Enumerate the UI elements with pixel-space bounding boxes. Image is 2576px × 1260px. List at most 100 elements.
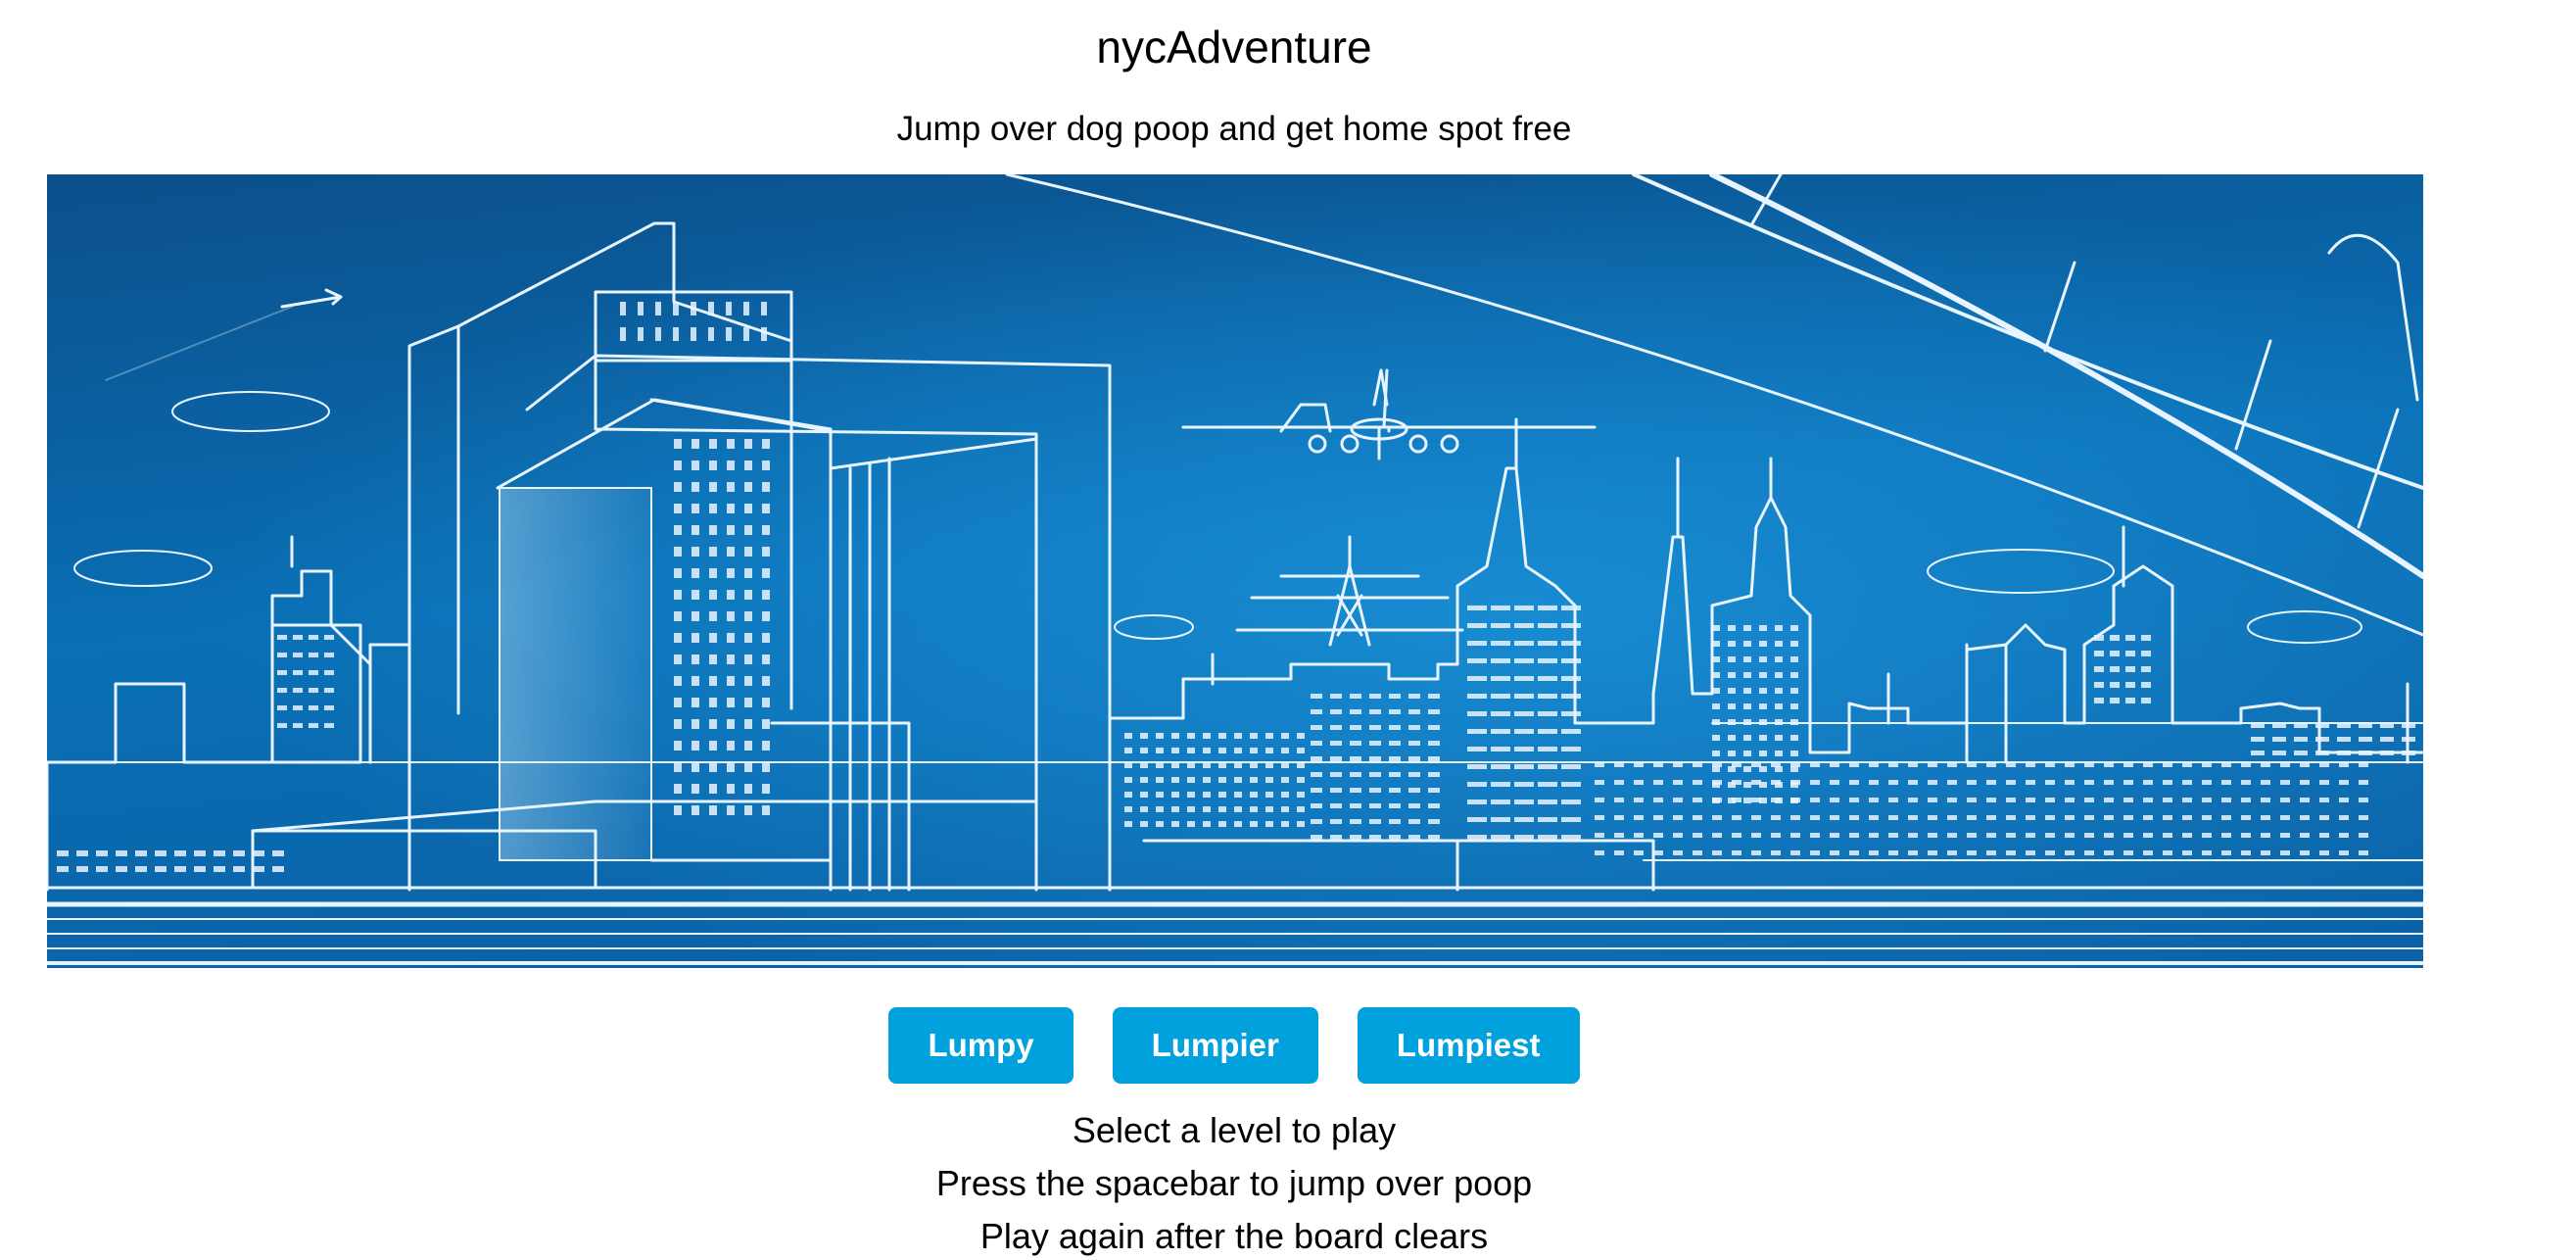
window	[1514, 729, 1534, 734]
window	[2359, 798, 2368, 802]
window	[1561, 800, 1581, 804]
window	[673, 327, 679, 341]
window	[1140, 762, 1148, 768]
window	[673, 302, 679, 315]
level-lumpier-button[interactable]: Lumpier	[1112, 1007, 1318, 1084]
window	[692, 698, 699, 707]
window	[1728, 688, 1736, 694]
window	[1743, 751, 1751, 756]
window	[674, 460, 682, 470]
window	[2241, 798, 2251, 802]
window	[1265, 806, 1273, 812]
window	[1428, 819, 1440, 824]
window	[1408, 709, 1420, 714]
window	[762, 504, 770, 513]
window	[2026, 850, 2035, 855]
window	[692, 762, 699, 772]
window	[194, 866, 206, 872]
window	[709, 547, 717, 557]
window	[709, 654, 717, 664]
level-lumpy-button[interactable]: Lumpy	[888, 1007, 1073, 1084]
window	[1467, 641, 1487, 646]
window	[1218, 806, 1226, 812]
window	[1634, 815, 1644, 820]
level-lumpiest-button[interactable]: Lumpiest	[1357, 1007, 1580, 1084]
window	[1634, 780, 1644, 785]
window	[1171, 777, 1179, 783]
window	[2359, 850, 2368, 855]
window	[1693, 798, 1702, 802]
window	[2125, 682, 2135, 688]
window	[1712, 735, 1720, 741]
window	[2006, 780, 2016, 785]
window	[1830, 762, 1839, 767]
window	[1187, 777, 1195, 783]
game-board[interactable]	[47, 174, 2423, 968]
window	[674, 633, 682, 643]
window	[2110, 635, 2120, 641]
window	[1614, 833, 1624, 838]
window	[1265, 762, 1273, 768]
window	[2104, 798, 2114, 802]
window	[1759, 719, 1767, 725]
window	[1538, 606, 1557, 610]
window	[1775, 625, 1783, 631]
window	[1250, 806, 1258, 812]
window	[1849, 798, 1859, 802]
window	[1888, 762, 1898, 767]
window	[744, 741, 752, 751]
window	[1156, 733, 1164, 739]
window	[1967, 815, 1977, 820]
window	[1732, 833, 1741, 838]
window	[1124, 777, 1132, 783]
window	[727, 482, 735, 492]
window	[2280, 833, 2290, 838]
window	[1491, 800, 1510, 804]
window	[1751, 815, 1761, 820]
window	[1187, 806, 1195, 812]
window	[1369, 772, 1381, 777]
window	[761, 327, 767, 341]
window	[1187, 792, 1195, 798]
window	[762, 719, 770, 729]
window	[57, 850, 69, 856]
window	[2110, 682, 2120, 688]
window	[1389, 756, 1401, 761]
window	[2182, 780, 2192, 785]
window	[2380, 723, 2394, 728]
window	[2300, 815, 2310, 820]
window	[1330, 756, 1342, 761]
window	[2402, 737, 2415, 742]
window	[2163, 762, 2172, 767]
window	[2182, 815, 2192, 820]
window	[1712, 703, 1720, 709]
window	[2251, 723, 2265, 728]
window	[1653, 833, 1663, 838]
window	[1234, 762, 1242, 768]
window	[1728, 719, 1736, 725]
window	[674, 698, 682, 707]
window	[1743, 641, 1751, 647]
window	[1759, 688, 1767, 694]
instruction-select-level: Select a level to play	[1072, 1110, 1397, 1150]
window	[293, 635, 303, 640]
window	[727, 568, 735, 578]
window	[744, 611, 752, 621]
window	[2202, 850, 2212, 855]
window	[2104, 780, 2114, 785]
window	[2202, 815, 2212, 820]
window	[1928, 815, 1937, 820]
window	[2084, 815, 2094, 820]
window	[709, 762, 717, 772]
window	[1203, 792, 1211, 798]
window	[692, 676, 699, 686]
window	[1595, 850, 1604, 855]
window	[1491, 711, 1510, 716]
window	[1350, 788, 1361, 793]
window	[1653, 815, 1663, 820]
window	[762, 784, 770, 794]
window	[2123, 780, 2133, 785]
window	[1986, 780, 1996, 785]
window	[1908, 815, 1918, 820]
window	[1561, 623, 1581, 628]
